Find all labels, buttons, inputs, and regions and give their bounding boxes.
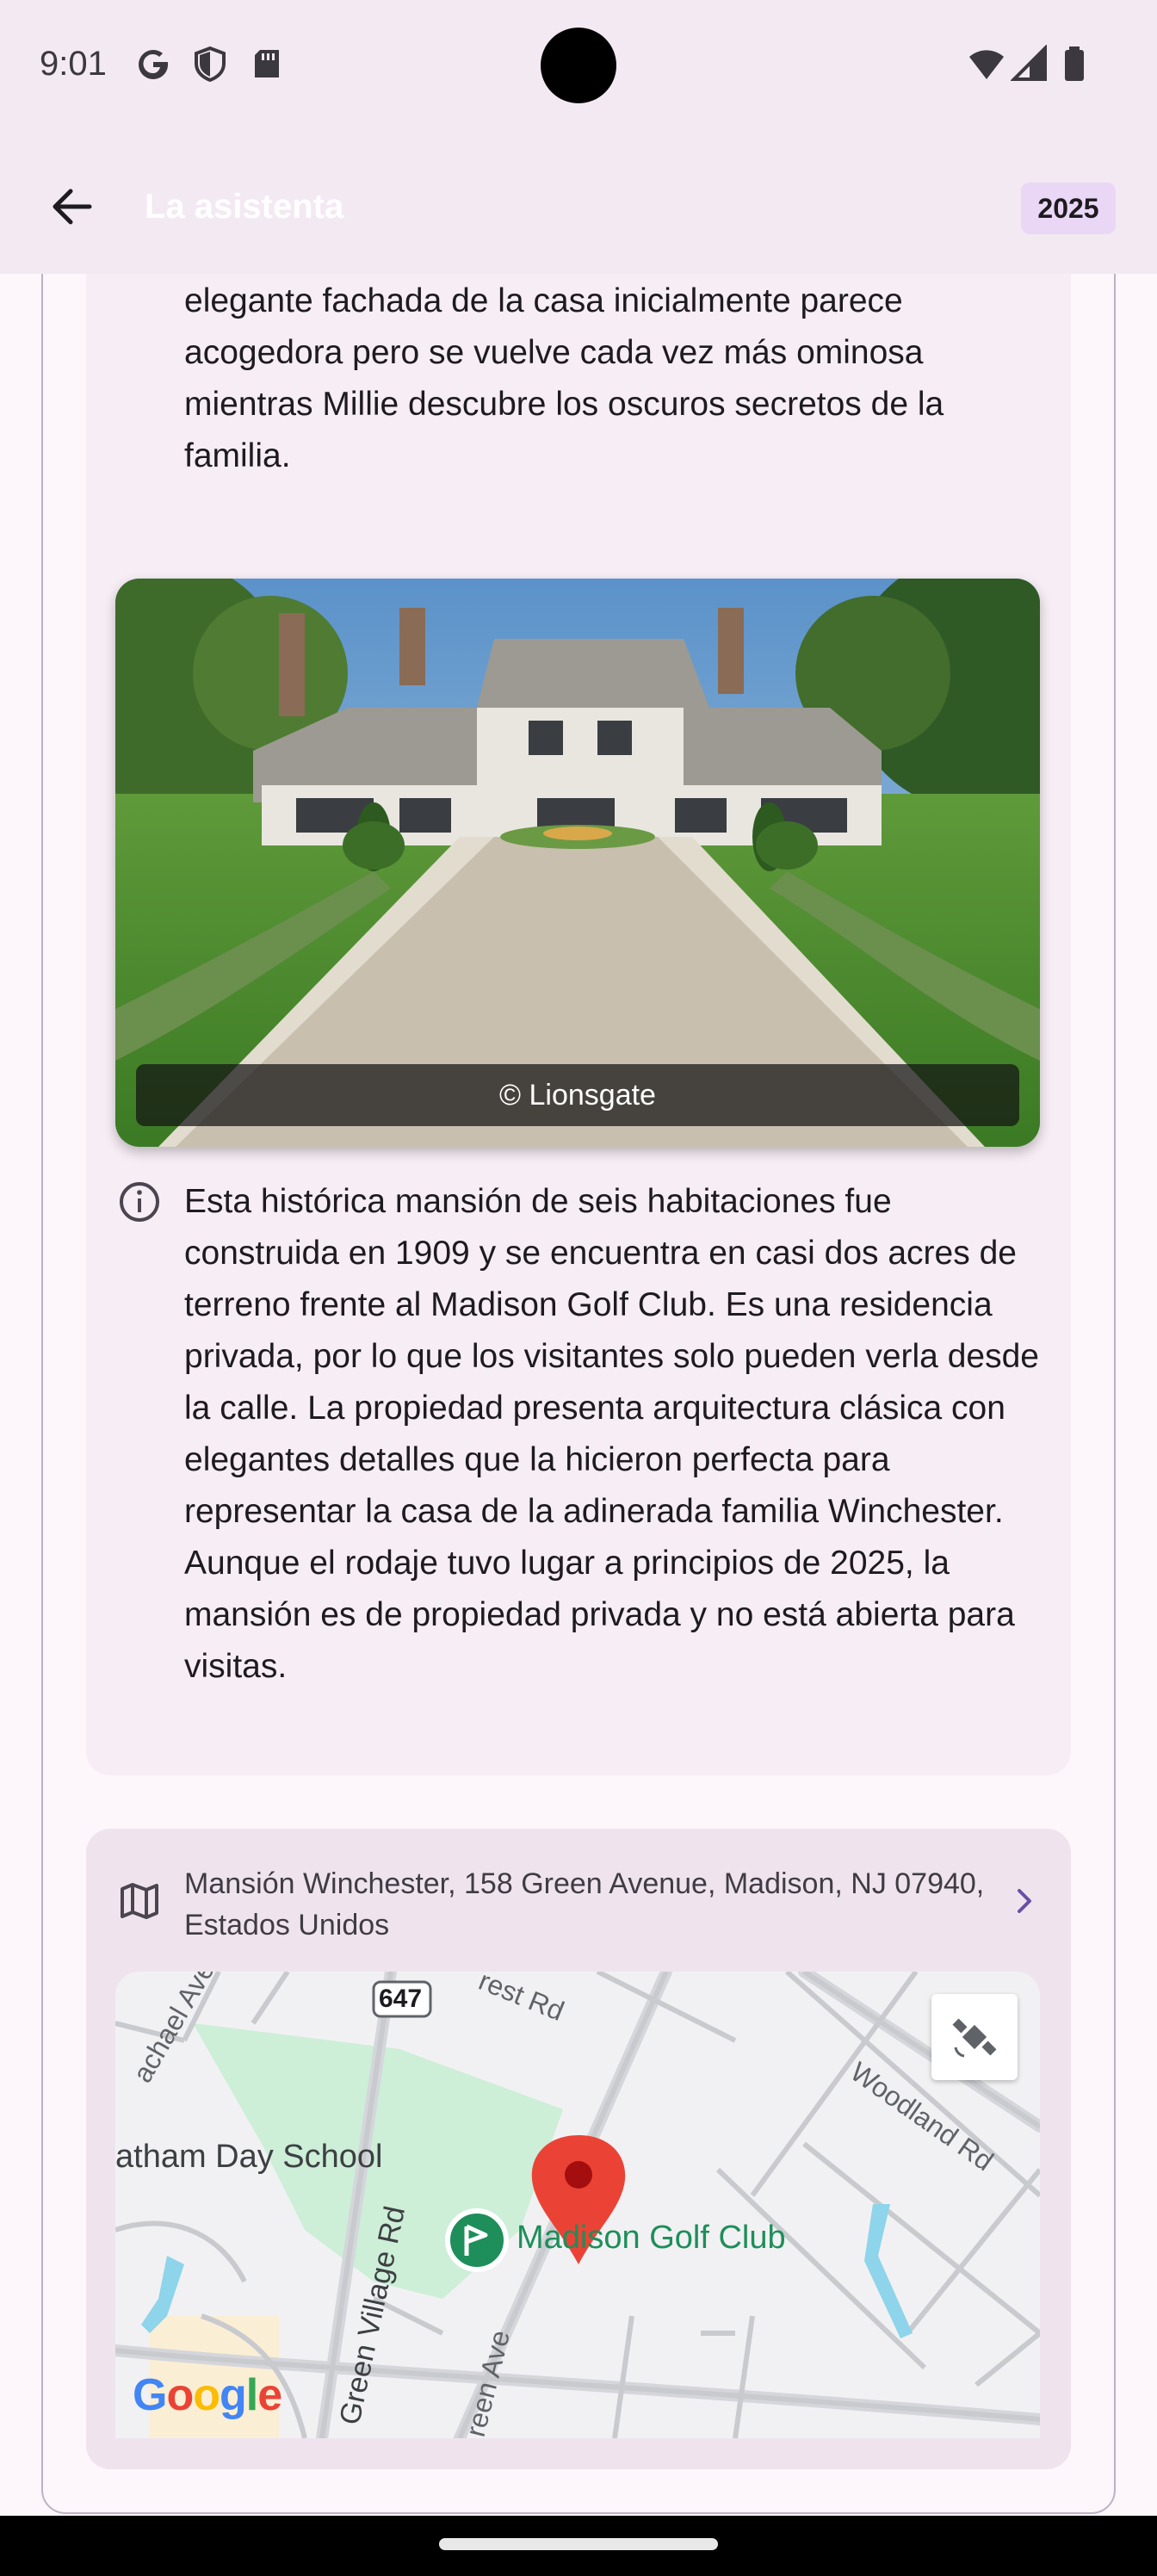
scene-description: de la película, representando el hogar o… xyxy=(184,232,1045,551)
page-title: La asistenta xyxy=(145,188,344,226)
map-icon xyxy=(121,1883,158,1919)
mansion-photo-illustration xyxy=(115,579,1040,1147)
status-time: 9:01 xyxy=(40,45,107,83)
map-label-golf-club[interactable]: Madison Golf Club xyxy=(517,2220,786,2257)
arrow-back-icon xyxy=(53,189,92,225)
route-number-label: 647 xyxy=(379,1985,423,2013)
year-badge: 2025 xyxy=(1021,183,1116,234)
location-map[interactable]: 647 rest Rd achael Ave Woodland Rd Green… xyxy=(115,1972,1040,2438)
system-nav-bar xyxy=(0,2516,1157,2576)
google-logo: Google xyxy=(133,2370,282,2420)
location-photo[interactable]: © Lionsgate xyxy=(115,579,1040,1147)
app-bar: La asistenta 2025 xyxy=(0,131,1157,274)
info-icon xyxy=(120,1182,159,1222)
battery-icon xyxy=(1065,46,1084,81)
google-g-icon xyxy=(139,49,169,79)
location-info-text: Esta histórica mansión de seis habitacio… xyxy=(184,1183,1039,1685)
satellite-toggle-button[interactable] xyxy=(931,1994,1018,2080)
back-button[interactable] xyxy=(34,169,110,245)
photo-credit: © Lionsgate xyxy=(136,1064,1019,1126)
address-text: Mansión Winchester, 158 Green Avenue, Ma… xyxy=(184,1867,985,1941)
map-label-school: atham Day School xyxy=(115,2139,383,2175)
shield-icon xyxy=(195,46,226,83)
camera-cutout xyxy=(541,28,616,103)
sd-card-icon xyxy=(255,50,279,77)
address-row[interactable]: Mansión Winchester, 158 Green Avenue, Ma… xyxy=(86,1829,1071,1970)
satellite-icon xyxy=(952,2018,997,2058)
home-gesture-handle[interactable] xyxy=(439,2538,718,2550)
wifi-icon xyxy=(969,50,1004,79)
chevron-right-icon xyxy=(1018,1889,1031,1913)
cellular-signal-icon xyxy=(1011,45,1047,81)
status-bar: 9:01 xyxy=(0,0,1157,131)
map-tiles xyxy=(115,1972,1040,2438)
